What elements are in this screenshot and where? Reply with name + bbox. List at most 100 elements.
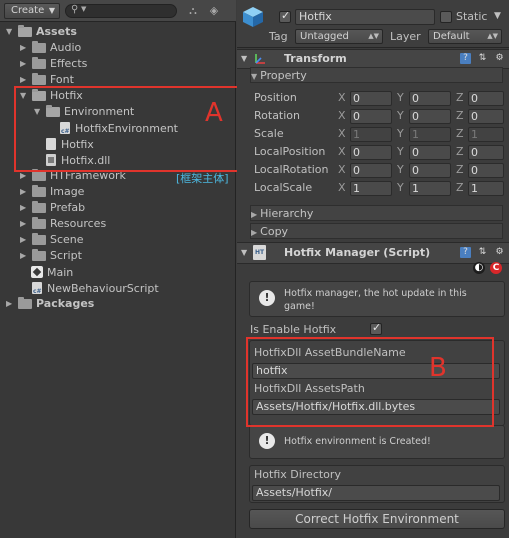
rotation-label: Rotation xyxy=(254,109,301,122)
updown-arrow-icon: ▲▼ xyxy=(487,32,498,40)
gameobject-name-input[interactable]: Hotfix xyxy=(295,9,435,25)
localscale-y-field[interactable]: 1 xyxy=(409,181,451,196)
position-y-field[interactable]: 0 xyxy=(409,91,451,106)
axis-x-label: X xyxy=(338,163,346,176)
tree-item-label: Image xyxy=(50,185,85,198)
expand-arrow-icon[interactable]: ▶ xyxy=(6,296,18,312)
localrotation-y-field[interactable]: 0 xyxy=(409,163,451,178)
static-dropdown-icon[interactable]: ▼ xyxy=(494,8,501,24)
foldout-arrow-icon: ▶ xyxy=(251,228,258,237)
axis-y-label: Y xyxy=(397,181,404,194)
rotation-y-field[interactable]: 0 xyxy=(409,109,451,124)
tag-label: Tag xyxy=(269,30,288,43)
rotation-z-field[interactable]: 0 xyxy=(468,109,504,124)
tree-item-label: Packages xyxy=(36,297,95,310)
search-icon: ⚲ xyxy=(71,4,79,15)
layer-label: Layer xyxy=(390,30,421,43)
tree-item-assets[interactable]: ▼ Assets xyxy=(6,24,77,40)
folder-icon xyxy=(18,297,32,309)
localrotation-x-field[interactable]: 0 xyxy=(350,163,392,178)
unity-scene-icon xyxy=(31,266,43,278)
tree-item-newbehaviourscript[interactable]: NewBehaviourScript xyxy=(30,280,159,300)
annotation-box-b xyxy=(246,337,494,427)
tree-item-label: NewBehaviourScript xyxy=(47,282,159,295)
create-button[interactable]: Create ▼ xyxy=(4,3,60,19)
layer-dropdown[interactable]: Default ▲▼ xyxy=(428,29,502,44)
localrotation-z-field[interactable]: 0 xyxy=(468,163,504,178)
property-foldout-label: Property xyxy=(260,69,307,82)
gameobject-cube-icon xyxy=(243,7,263,27)
gear-icon[interactable]: ⚙ xyxy=(494,247,505,258)
layer-value: Default xyxy=(433,31,470,42)
expand-arrow-icon[interactable]: ▶ xyxy=(20,248,32,264)
updown-arrow-icon: ▲▼ xyxy=(368,32,379,40)
tree-item-packages[interactable]: ▶ Packages xyxy=(6,296,94,312)
htframework-tag: [框架主体] xyxy=(176,172,229,185)
preset-sliders-icon[interactable]: ⇅ xyxy=(477,247,488,258)
axis-z-label: Z xyxy=(456,163,464,176)
expand-arrow-icon[interactable]: ▶ xyxy=(20,216,32,232)
localposition-x-field[interactable]: 0 xyxy=(350,145,392,160)
hierarchy-foldout[interactable]: ▶ Hierarchy xyxy=(250,205,503,221)
github-icon[interactable]: ◐ xyxy=(473,262,485,274)
filter-by-type-icon[interactable]: ⛬ xyxy=(186,4,200,18)
copy-foldout[interactable]: ▶ Copy xyxy=(250,223,503,239)
enable-hotfix-checkbox[interactable] xyxy=(370,321,382,335)
tree-item-prefab[interactable]: ▶ Prefab xyxy=(20,200,85,216)
folder-icon xyxy=(32,57,46,69)
localscale-x-field[interactable]: 1 xyxy=(350,181,392,196)
position-x-field[interactable]: 0 xyxy=(350,91,392,106)
folder-icon xyxy=(32,169,46,181)
expand-arrow-icon[interactable]: ▼ xyxy=(6,24,18,40)
axis-x-label: X xyxy=(338,91,346,104)
filter-by-label-icon[interactable]: ◈ xyxy=(207,4,221,18)
axis-z-label: Z xyxy=(456,91,464,104)
scale-x-field: 1 xyxy=(350,127,392,142)
csdn-icon[interactable]: C xyxy=(490,262,502,274)
axis-y-label: Y xyxy=(397,163,404,176)
localposition-z-field[interactable]: 0 xyxy=(468,145,504,160)
axis-z-label: Z xyxy=(456,145,464,158)
tree-item-label: Resources xyxy=(50,217,107,230)
project-search-input[interactable]: ⚲ ▼ xyxy=(65,4,177,18)
transform-title: Transform xyxy=(284,52,347,65)
foldout-arrow-icon[interactable]: ▼ xyxy=(241,245,247,261)
tree-item-audio[interactable]: ▶ Audio xyxy=(20,40,81,56)
preset-sliders-icon[interactable]: ⇅ xyxy=(477,53,488,64)
tree-item-scene[interactable]: ▶ Scene xyxy=(20,232,84,248)
expand-arrow-icon[interactable]: ▶ xyxy=(20,200,32,216)
foldout-arrow-icon[interactable]: ▼ xyxy=(241,51,247,67)
static-checkbox[interactable] xyxy=(440,11,452,23)
tree-item-label: Audio xyxy=(50,41,82,54)
tag-dropdown[interactable]: Untagged ▲▼ xyxy=(295,29,383,44)
gear-icon[interactable]: ⚙ xyxy=(494,53,505,64)
localrotation-label: LocalRotation xyxy=(254,163,329,176)
annotation-label-b: B xyxy=(429,353,447,383)
folder-icon xyxy=(32,201,46,213)
tree-item-script[interactable]: ▶ Script xyxy=(20,248,82,264)
expand-arrow-icon[interactable]: ▶ xyxy=(20,40,32,56)
axis-z-label: Z xyxy=(456,127,464,140)
tree-item-main[interactable]: Main xyxy=(30,264,73,280)
property-foldout[interactable]: ▼ Property xyxy=(250,67,503,83)
help-book-icon[interactable]: ? xyxy=(460,53,471,64)
correct-hotfix-environment-button[interactable]: Correct Hotfix Environment xyxy=(249,509,505,529)
info-icon: ! xyxy=(259,290,275,306)
help-book-icon[interactable]: ? xyxy=(460,247,471,258)
tree-item-image[interactable]: ▶ Image xyxy=(20,184,84,200)
active-checkbox[interactable] xyxy=(279,9,291,23)
script-file-icon: HT xyxy=(253,245,266,260)
chevron-down-icon: ▼ xyxy=(48,6,55,15)
expand-arrow-icon[interactable]: ▶ xyxy=(20,56,32,72)
position-z-field[interactable]: 0 xyxy=(468,91,504,106)
hotfix-directory-input[interactable]: Assets/Hotfix/ xyxy=(252,485,500,501)
expand-arrow-icon[interactable]: ▶ xyxy=(20,184,32,200)
localscale-z-field[interactable]: 1 xyxy=(468,181,504,196)
search-dropdown-icon: ▼ xyxy=(81,5,87,13)
tree-item-effects[interactable]: ▶ Effects xyxy=(20,56,87,72)
rotation-x-field[interactable]: 0 xyxy=(350,109,392,124)
tree-item-resources[interactable]: ▶ Resources xyxy=(20,216,106,232)
localposition-y-field[interactable]: 0 xyxy=(409,145,451,160)
expand-arrow-icon[interactable]: ▶ xyxy=(20,232,32,248)
transform-axes-icon xyxy=(255,54,265,64)
